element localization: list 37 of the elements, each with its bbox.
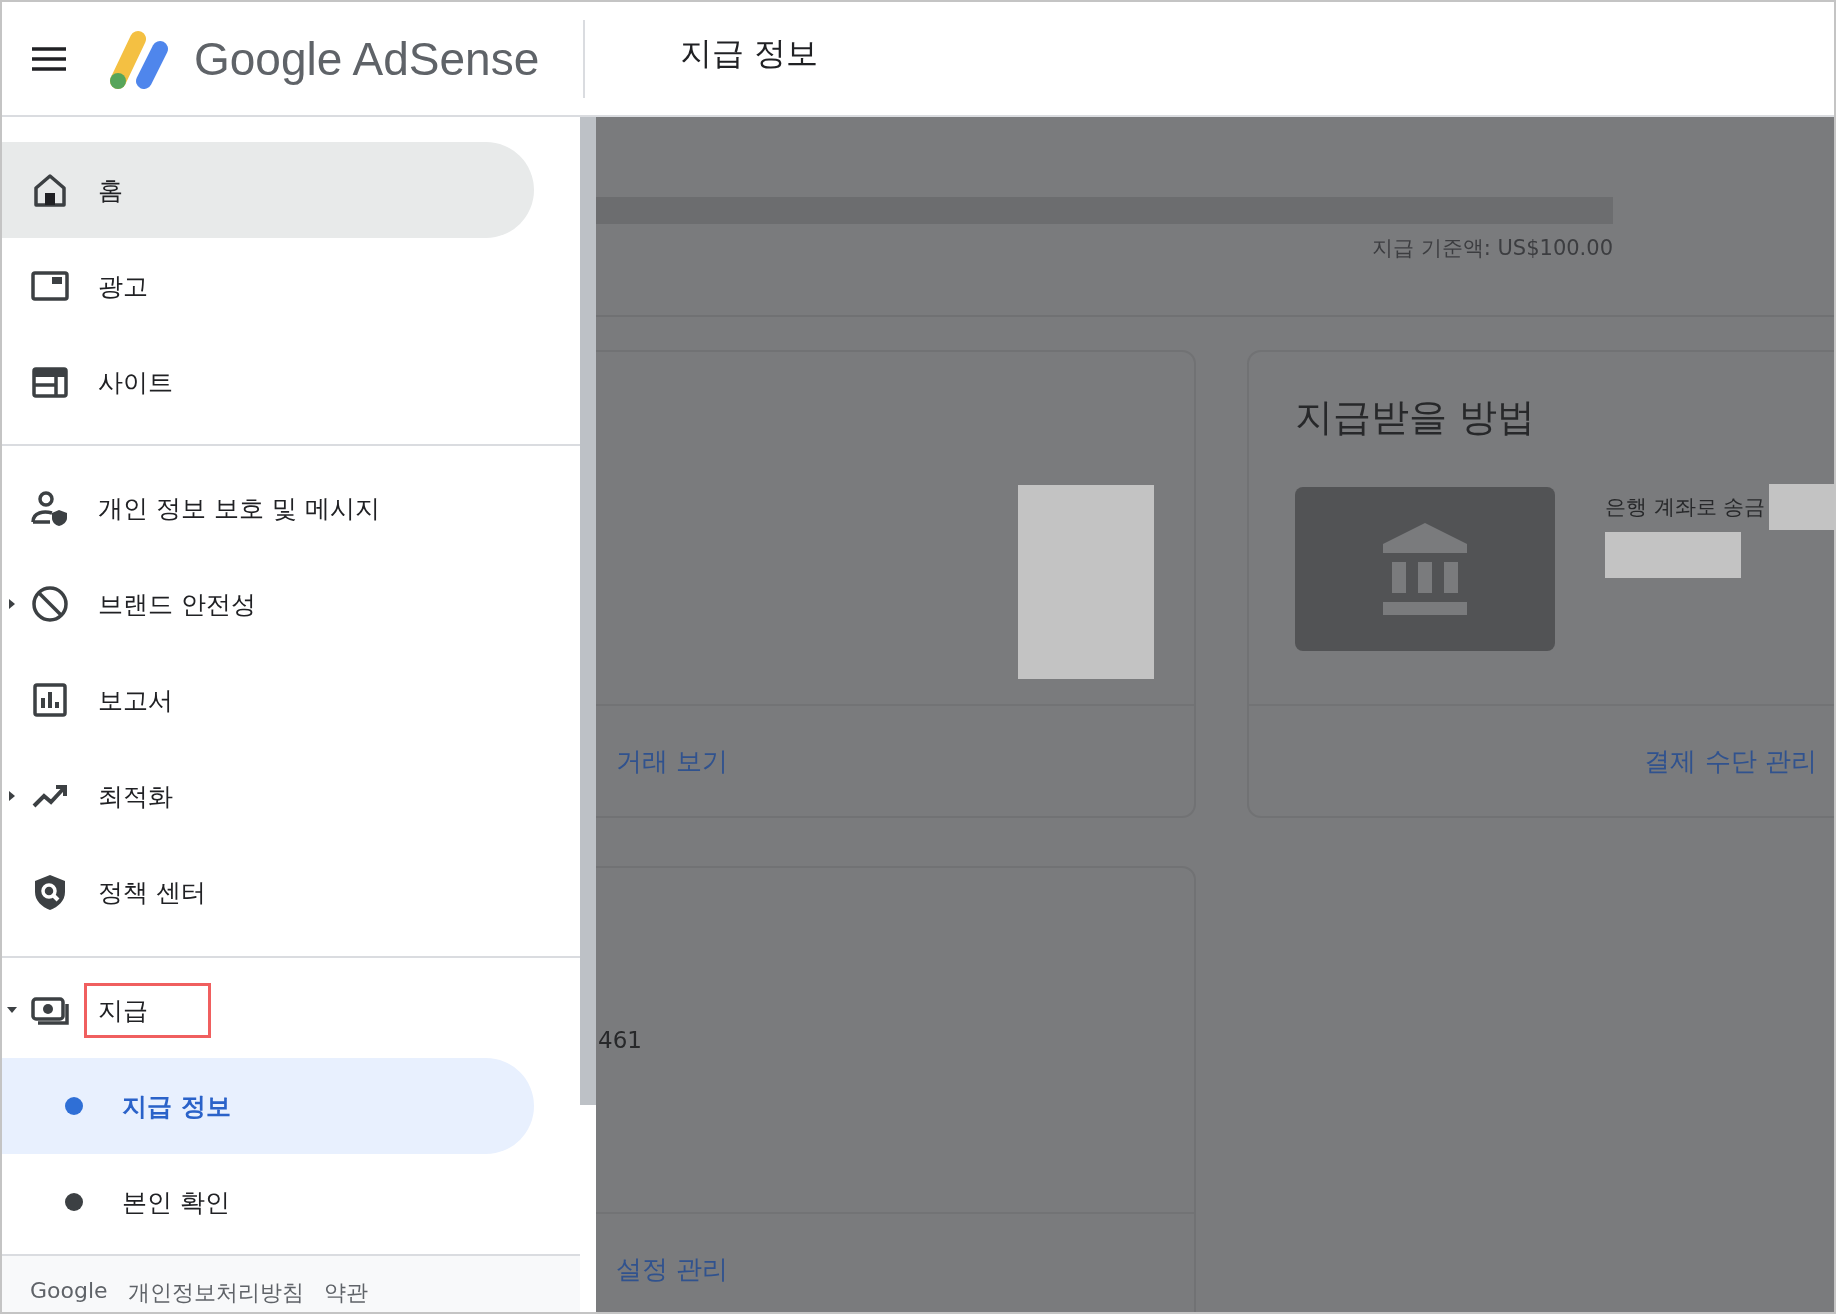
method-text: 은행 계좌로 송금 [1605, 494, 1766, 521]
nav-label: 최적화 [98, 780, 173, 813]
nav-label: 사이트 [98, 366, 173, 399]
nav-label: 광고 [98, 270, 148, 303]
nav-item[interactable]: 최적화 [2, 748, 534, 844]
card-title: 지급받을 방법 [1295, 394, 1537, 441]
nav-item[interactable]: 사이트 [2, 334, 534, 430]
nav-item[interactable]: 광고 [2, 238, 534, 334]
sub-nav-item[interactable]: 지급 정보 [2, 1058, 534, 1154]
person-shield-icon [30, 488, 70, 528]
nav-label: 정책 센터 [98, 876, 206, 909]
nav-item[interactable]: 정책 센터 [2, 844, 534, 940]
page-title: 지급 정보 [680, 32, 819, 74]
bank-icon [1383, 523, 1467, 615]
dot-icon [65, 1097, 83, 1115]
nav-item[interactable]: 홈 [2, 142, 534, 238]
nav-label: 브랜드 안전성 [98, 588, 256, 621]
threshold-text: 지급 기준액: US$100.00 [1372, 235, 1613, 262]
nav-item[interactable]: 브랜드 안전성 [2, 556, 534, 652]
nav-item[interactable]: 개인 정보 보호 및 메시지 [2, 460, 534, 556]
nav-label: 개인 정보 보호 및 메시지 [98, 492, 380, 525]
nav-label: 보고서 [98, 684, 173, 717]
nav-item[interactable]: 보고서 [2, 652, 534, 748]
bar-chart-icon [30, 680, 70, 720]
sub-nav-item[interactable]: 본인 확인 [2, 1154, 534, 1250]
value-text: 461 [598, 1027, 642, 1053]
nav-item[interactable]: 지급 [2, 962, 534, 1058]
scrollbar[interactable] [580, 117, 596, 1105]
logo-text: Google AdSense [194, 31, 540, 86]
footer-link[interactable]: 약관 [323, 1278, 368, 1312]
footer-link[interactable]: Google [30, 1278, 108, 1312]
nav-label: 홈 [98, 174, 123, 207]
block-icon [30, 584, 70, 624]
footer-link[interactable]: 개인정보처리방침 [127, 1278, 304, 1312]
dot-icon [65, 1193, 83, 1211]
menu-icon [32, 46, 66, 71]
highlight-outline: 지급 [84, 982, 211, 1038]
